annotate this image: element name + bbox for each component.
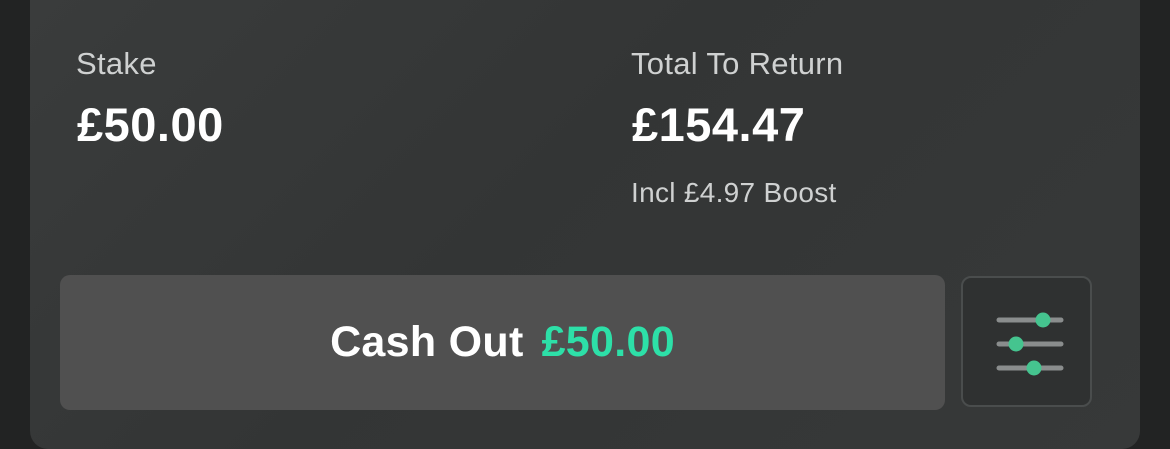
sliders-icon bbox=[996, 312, 1064, 376]
cash-out-label: Cash Out bbox=[330, 318, 524, 366]
total-return-label: Total To Return bbox=[631, 46, 844, 81]
stake-amount: £50.00 bbox=[77, 98, 224, 151]
boost-note: Incl £4.97 Boost bbox=[631, 177, 837, 208]
cash-out-value: £50.00 bbox=[541, 318, 675, 366]
total-return-amount: £154.47 bbox=[632, 98, 806, 151]
stake-label: Stake bbox=[76, 46, 157, 81]
cash-out-button[interactable]: Cash Out £50.00 bbox=[60, 275, 945, 410]
cash-out-settings-button[interactable] bbox=[961, 276, 1092, 407]
